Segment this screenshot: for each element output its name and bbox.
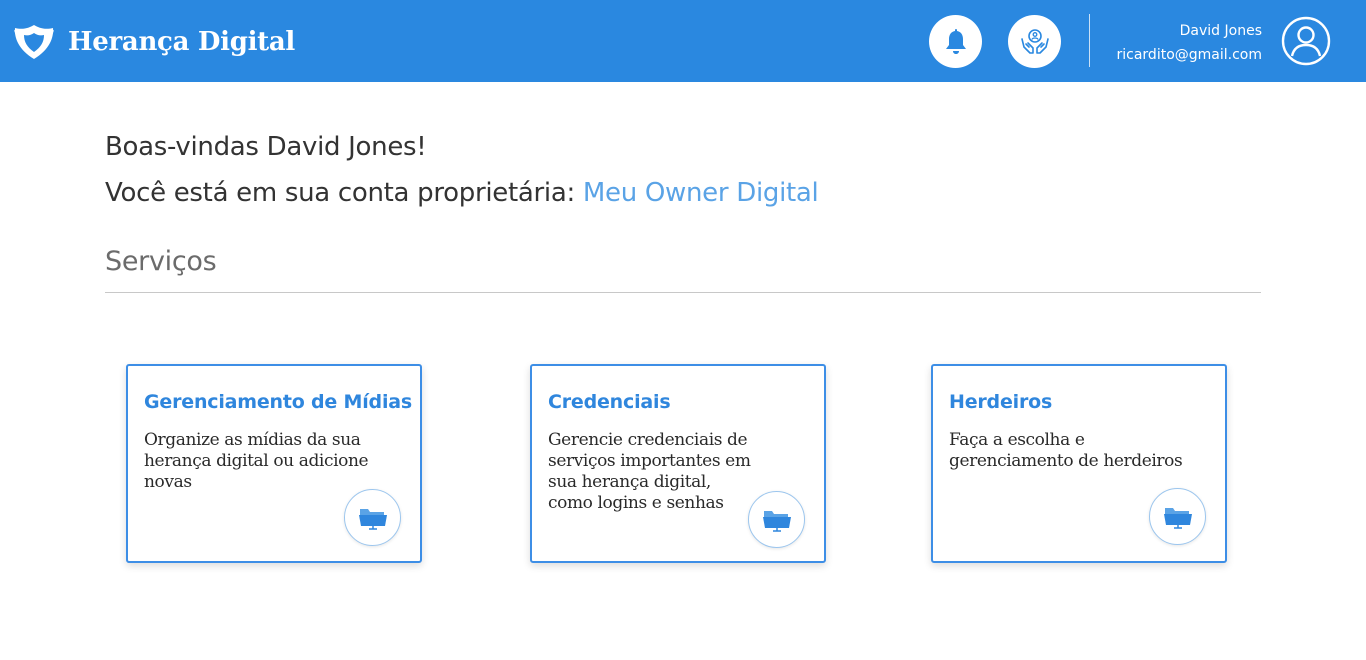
brand-logo-link[interactable]: Herança Digital bbox=[13, 24, 295, 60]
user-circle-icon[interactable] bbox=[1281, 16, 1331, 66]
service-card-title: Herdeiros bbox=[949, 391, 1053, 413]
app-title: Herança Digital bbox=[68, 27, 295, 57]
folder-button[interactable] bbox=[748, 491, 805, 548]
folder-button[interactable] bbox=[344, 489, 401, 546]
welcome-heading: Boas-vindas David Jones! bbox=[105, 132, 427, 162]
shield-wings-icon bbox=[14, 25, 54, 59]
service-card-description: Gerencie credenciais de serviços importa… bbox=[548, 430, 751, 513]
service-card-heirs[interactable]: Herdeiros Faça a escolha e gerenciamento… bbox=[931, 364, 1227, 563]
hands-heart-icon bbox=[1020, 28, 1049, 54]
services-heading: Serviços bbox=[105, 246, 217, 277]
section-divider bbox=[105, 292, 1261, 293]
header-divider bbox=[1089, 14, 1090, 67]
service-card-media[interactable]: Gerenciamento de Mídias Organize as mídi… bbox=[126, 364, 422, 563]
service-card-description: Organize as mídias da sua herança digita… bbox=[144, 430, 369, 492]
bell-icon bbox=[945, 28, 966, 54]
user-email: ricardito@gmail.com bbox=[1116, 47, 1263, 63]
folder-icon bbox=[1163, 507, 1192, 529]
folder-icon bbox=[358, 508, 387, 530]
user-name: David Jones bbox=[1179, 23, 1262, 39]
account-line: Você está em sua conta proprietária: Meu… bbox=[105, 178, 819, 208]
notifications-button[interactable] bbox=[929, 15, 982, 68]
folder-button[interactable] bbox=[1149, 488, 1206, 545]
service-card-credentials[interactable]: Credenciais Gerencie credenciais de serv… bbox=[530, 364, 826, 563]
account-prefix: Você está em sua conta proprietária: bbox=[105, 178, 583, 208]
user-info: David Jones ricardito@gmail.com bbox=[1117, 19, 1263, 67]
service-card-title: Gerenciamento de Mídias bbox=[144, 391, 412, 413]
service-card-description: Faça a escolha e gerenciamento de herdei… bbox=[949, 430, 1183, 471]
service-card-title: Credenciais bbox=[548, 391, 671, 413]
folder-icon bbox=[762, 510, 791, 532]
owner-account-link[interactable]: Meu Owner Digital bbox=[583, 178, 819, 208]
top-bar: Herança Digital David Jones ricardito@gm… bbox=[0, 0, 1366, 82]
heirs-button[interactable] bbox=[1008, 15, 1061, 68]
